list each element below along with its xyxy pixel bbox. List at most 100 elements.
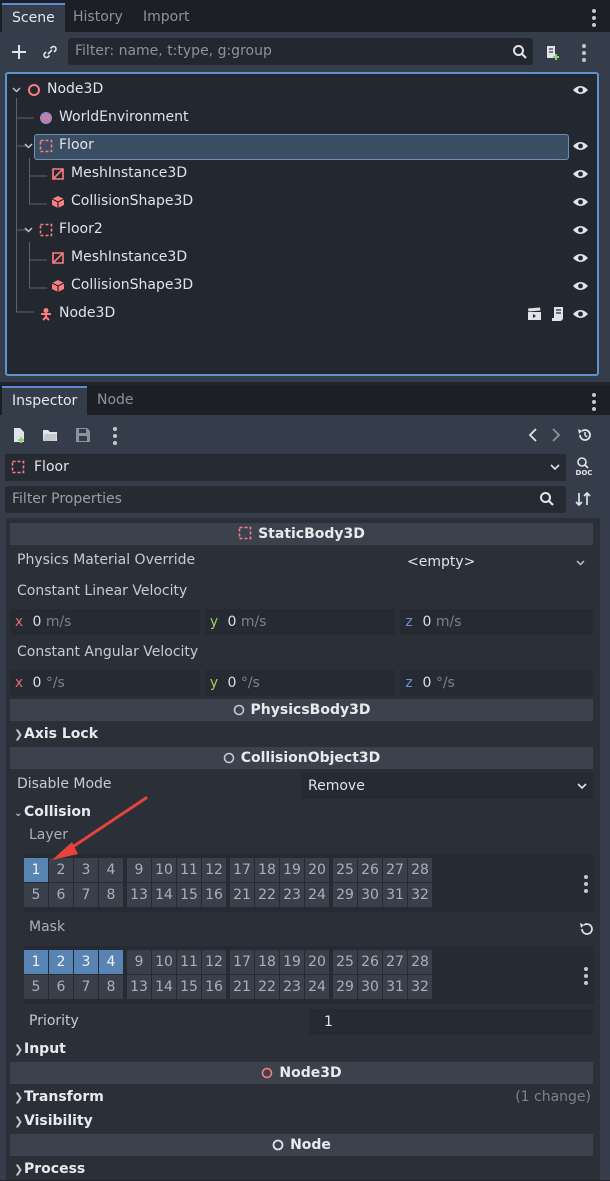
layer-bit-16[interactable]: 16 xyxy=(202,883,226,907)
mask-bit-19[interactable]: 19 xyxy=(280,950,304,974)
linear-velocity-y-field[interactable]: y 0 m/s xyxy=(205,609,395,635)
tab-node[interactable]: Node xyxy=(87,386,144,415)
scene-tree-menu-icon[interactable] xyxy=(582,44,586,65)
script-icon[interactable] xyxy=(551,306,565,322)
layer-bit-13[interactable]: 13 xyxy=(127,883,151,907)
mask-bit-13[interactable]: 13 xyxy=(127,975,151,999)
mask-bit-26[interactable]: 26 xyxy=(358,950,382,974)
layer-bit-26[interactable]: 26 xyxy=(358,858,382,882)
layer-bit-12[interactable]: 12 xyxy=(202,858,226,882)
angular-velocity-x-field[interactable]: x 0 °/s xyxy=(10,670,200,696)
scene-filter-input[interactable]: Filter: name, t:type, g:group xyxy=(68,38,533,65)
disable-mode-dropdown[interactable]: Remove xyxy=(301,773,593,799)
history-back-icon[interactable] xyxy=(521,423,545,447)
linear-velocity-z-field[interactable]: z 0 m/s xyxy=(400,609,593,635)
tree-item-world-environment[interactable]: WorldEnvironment xyxy=(7,104,597,132)
layer-bit-20[interactable]: 20 xyxy=(305,858,329,882)
layer-bit-15[interactable]: 15 xyxy=(177,883,201,907)
mask-bit-31[interactable]: 31 xyxy=(383,975,407,999)
mask-bit-21[interactable]: 21 xyxy=(230,975,254,999)
layer-bit-24[interactable]: 24 xyxy=(305,883,329,907)
tab-import[interactable]: Import xyxy=(133,3,199,32)
group-input[interactable]: ❯Input xyxy=(10,1038,593,1060)
mask-bit-3[interactable]: 3 xyxy=(74,950,98,974)
layer-bit-6[interactable]: 6 xyxy=(49,883,73,907)
group-transform[interactable]: ❯Transform (1 change) xyxy=(10,1086,593,1108)
mask-bit-10[interactable]: 10 xyxy=(152,950,176,974)
layer-bit-19[interactable]: 19 xyxy=(280,858,304,882)
inspector-dock-menu-icon[interactable] xyxy=(592,393,596,414)
tab-scene[interactable]: Scene xyxy=(2,3,65,32)
layer-bit-28[interactable]: 28 xyxy=(408,858,432,882)
clapperboard-icon[interactable] xyxy=(527,307,542,321)
layer-bit-22[interactable]: 22 xyxy=(255,883,279,907)
mask-bit-2[interactable]: 2 xyxy=(49,950,73,974)
layer-bit-21[interactable]: 21 xyxy=(230,883,254,907)
tree-item-node3d-root[interactable]: Node3D xyxy=(7,76,597,104)
save-icon[interactable] xyxy=(71,423,95,447)
visibility-eye-icon[interactable] xyxy=(572,280,589,292)
mask-bit-24[interactable]: 24 xyxy=(305,975,329,999)
layer-bit-14[interactable]: 14 xyxy=(152,883,176,907)
mask-bit-9[interactable]: 9 xyxy=(127,950,151,974)
history-forward-icon[interactable] xyxy=(544,423,568,447)
layer-options-icon[interactable] xyxy=(584,875,588,896)
new-resource-icon[interactable] xyxy=(7,423,31,447)
visibility-eye-icon[interactable] xyxy=(572,84,589,96)
mask-options-icon[interactable] xyxy=(584,967,588,988)
link-icon[interactable] xyxy=(38,40,62,64)
layer-bit-11[interactable]: 11 xyxy=(177,858,201,882)
group-axis-lock[interactable]: ❯Axis Lock xyxy=(10,723,593,745)
mask-bit-16[interactable]: 16 xyxy=(202,975,226,999)
mask-bit-11[interactable]: 11 xyxy=(177,950,201,974)
visibility-eye-icon[interactable] xyxy=(572,308,589,320)
tree-item-mesh-instance[interactable]: MeshInstance3D xyxy=(7,160,597,188)
layer-bit-25[interactable]: 25 xyxy=(333,858,357,882)
open-folder-icon[interactable] xyxy=(38,423,62,447)
tree-item-floor2[interactable]: Floor2 xyxy=(7,216,597,244)
mask-bit-20[interactable]: 20 xyxy=(305,950,329,974)
chevron-down-icon[interactable] xyxy=(12,87,21,93)
visibility-eye-icon[interactable] xyxy=(572,168,589,180)
tree-item-mesh-instance[interactable]: MeshInstance3D xyxy=(7,244,597,272)
attach-script-icon[interactable] xyxy=(540,40,564,64)
mask-bit-12[interactable]: 12 xyxy=(202,950,226,974)
mask-bit-28[interactable]: 28 xyxy=(408,950,432,974)
mask-bit-17[interactable]: 17 xyxy=(230,950,254,974)
layer-bit-29[interactable]: 29 xyxy=(333,883,357,907)
scene-dock-menu-icon[interactable] xyxy=(592,9,596,30)
tree-item-collision-shape[interactable]: CollisionShape3D xyxy=(7,188,597,216)
sort-tools-icon[interactable] xyxy=(571,487,595,511)
mask-bit-18[interactable]: 18 xyxy=(255,950,279,974)
object-selector[interactable]: Floor xyxy=(5,454,566,481)
resource-menu-icon[interactable] xyxy=(113,427,117,448)
mask-bit-29[interactable]: 29 xyxy=(333,975,357,999)
tree-item-floor[interactable]: Floor xyxy=(7,132,597,160)
mask-bit-8[interactable]: 8 xyxy=(99,975,123,999)
physics-material-picker[interactable]: <empty> xyxy=(400,549,593,575)
layer-bit-7[interactable]: 7 xyxy=(74,883,98,907)
visibility-eye-icon[interactable] xyxy=(572,224,589,236)
angular-velocity-y-field[interactable]: y 0 °/s xyxy=(205,670,395,696)
mask-bit-5[interactable]: 5 xyxy=(24,975,48,999)
mask-bit-32[interactable]: 32 xyxy=(408,975,432,999)
revert-icon[interactable] xyxy=(579,921,594,936)
mask-bit-7[interactable]: 7 xyxy=(74,975,98,999)
group-process[interactable]: ❯Process xyxy=(10,1158,593,1180)
open-docs-button[interactable]: DOC xyxy=(573,456,595,478)
layer-bit-5[interactable]: 5 xyxy=(24,883,48,907)
angular-velocity-z-field[interactable]: z 0 °/s xyxy=(400,670,593,696)
chevron-down-icon[interactable] xyxy=(24,143,33,149)
mask-bit-14[interactable]: 14 xyxy=(152,975,176,999)
mask-bit-27[interactable]: 27 xyxy=(383,950,407,974)
layer-bit-30[interactable]: 30 xyxy=(358,883,382,907)
property-filter-input[interactable]: Filter Properties xyxy=(5,486,566,513)
visibility-eye-icon[interactable] xyxy=(572,196,589,208)
layer-bit-27[interactable]: 27 xyxy=(383,858,407,882)
mask-bit-25[interactable]: 25 xyxy=(333,950,357,974)
layer-bit-31[interactable]: 31 xyxy=(383,883,407,907)
group-visibility[interactable]: ❯Visibility xyxy=(10,1110,593,1132)
mask-bit-15[interactable]: 15 xyxy=(177,975,201,999)
linear-velocity-x-field[interactable]: x 0 m/s xyxy=(10,609,200,635)
visibility-eye-icon[interactable] xyxy=(572,252,589,264)
